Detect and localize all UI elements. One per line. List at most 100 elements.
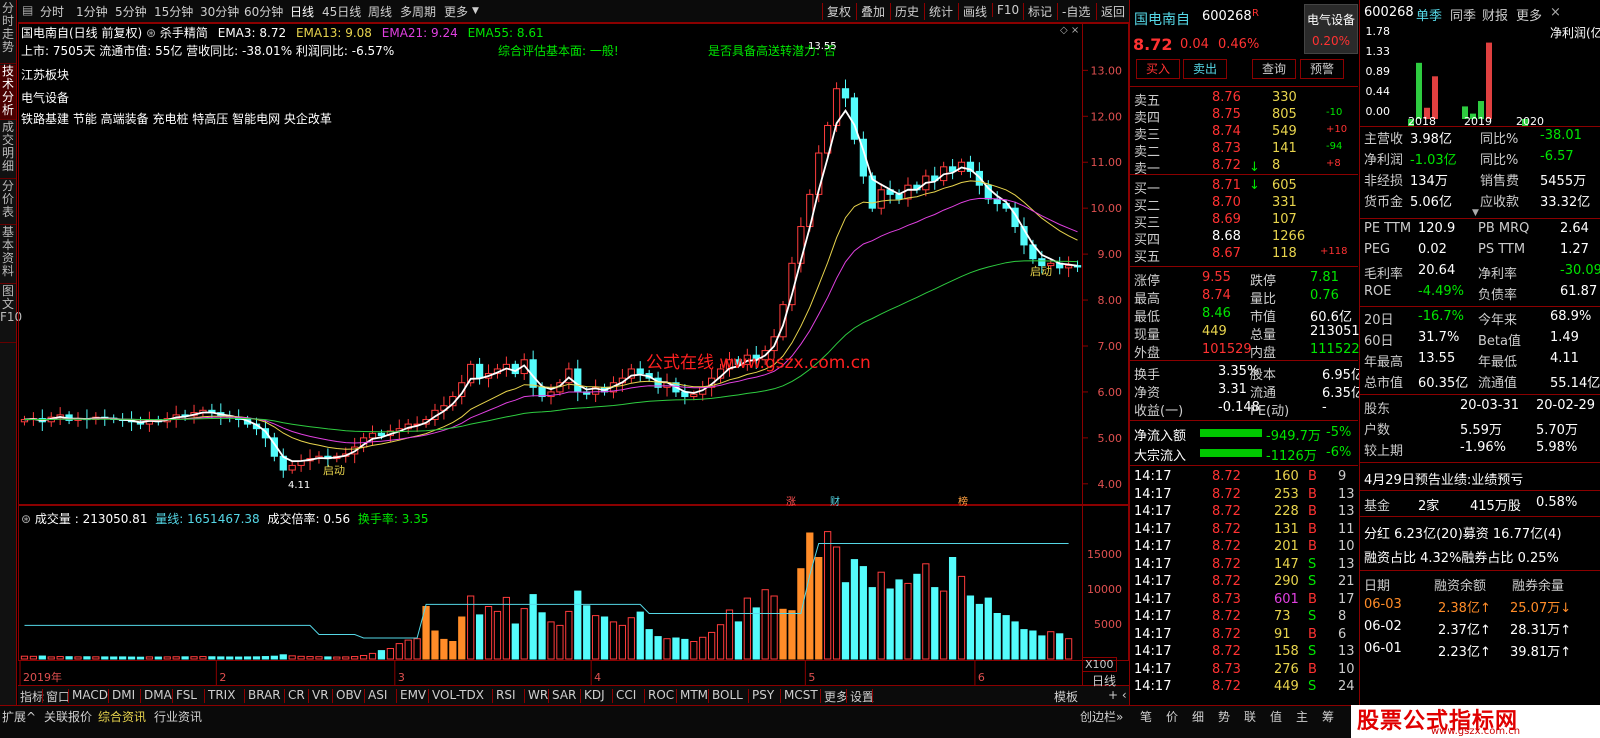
alert-button[interactable]: 预警	[1300, 59, 1344, 79]
status-tab[interactable]: 细	[1192, 708, 1204, 725]
tick-row: 14:17 8.72 449 S 24	[1130, 678, 1358, 697]
period-5min[interactable]: 5分钟	[115, 3, 147, 20]
period-45day[interactable]: 45日线	[322, 3, 361, 20]
indicator-tab[interactable]: MCST	[784, 688, 818, 702]
status-tab[interactable]: 行业资讯	[154, 708, 202, 725]
candle-body	[475, 363, 484, 379]
tab-fundamentals[interactable]: 基本资料	[0, 226, 16, 284]
dropdown-icon[interactable]: ▼	[472, 6, 479, 16]
f10-tab-samequarter[interactable]: 同季	[1450, 5, 1476, 24]
indicator-tab[interactable]: KDJ	[584, 688, 605, 702]
f10-tab-more[interactable]: 更多	[1516, 5, 1542, 24]
tick-side: B	[1308, 661, 1317, 677]
indicator-tab[interactable]: OBV	[336, 688, 362, 702]
menu-icon[interactable]: ▤	[22, 3, 33, 17]
period-more[interactable]: 更多	[444, 3, 468, 20]
f10-close-icon[interactable]: ×	[1550, 5, 1561, 20]
ema55-value: EMA55: 8.61	[467, 26, 544, 40]
tick-time: 14:17	[1134, 626, 1172, 642]
period-15min[interactable]: 15分钟	[154, 3, 193, 20]
tab-f10[interactable]: 图文F10	[0, 285, 22, 343]
indicator-tab[interactable]: 设置	[850, 688, 874, 705]
indicator-tab[interactable]: ASI	[368, 688, 387, 702]
status-tab[interactable]: 综合资讯	[98, 708, 146, 725]
indicator-tab[interactable]: VR	[312, 688, 329, 702]
holder-value: 5.59万	[1460, 423, 1502, 438]
indicator-tab[interactable]: MACD	[72, 688, 108, 702]
indicator-tab[interactable]: TRIX	[208, 688, 235, 702]
indicator-tab[interactable]: ROC	[648, 688, 674, 702]
indicator-tab[interactable]: BOLL	[712, 688, 743, 702]
indicator-tab[interactable]: 指标	[20, 688, 44, 705]
tab-price-table[interactable]: 分价表	[0, 180, 16, 225]
period-1min[interactable]: 1分钟	[76, 3, 108, 20]
status-tab[interactable]: 联	[1244, 708, 1256, 725]
candle-body	[1064, 265, 1073, 269]
status-tab[interactable]: 价	[1166, 708, 1178, 725]
btn-f10[interactable]: F10	[992, 3, 1019, 17]
event-bang[interactable]: 榜	[958, 493, 968, 508]
indicator-tab[interactable]: PSY	[752, 688, 774, 702]
status-tab[interactable]: 值	[1270, 708, 1282, 725]
status-tab[interactable]: 扩展^	[2, 708, 36, 725]
volume-bar	[511, 623, 519, 660]
indicator-tab[interactable]: FSL	[176, 688, 197, 702]
vol-formula-icon[interactable]: ⊛	[21, 512, 31, 526]
formula-icon[interactable]: ⊛	[146, 26, 156, 40]
tab-timeshare[interactable]: 分时走势	[0, 2, 16, 64]
indicator-tab[interactable]: 更多	[824, 688, 848, 705]
f10-tab-report[interactable]: 财报	[1482, 5, 1508, 24]
period-multi[interactable]: 多周期	[400, 3, 436, 20]
btn-draw[interactable]: 画线	[958, 3, 987, 20]
period-daily[interactable]: 日线	[290, 3, 314, 20]
indicator-tab[interactable]: BRAR	[248, 688, 281, 702]
btn-stats[interactable]: 统计	[924, 3, 953, 20]
indicator-tab[interactable]: 窗口	[46, 688, 70, 705]
sell-button[interactable]: 卖出	[1183, 59, 1227, 79]
flow-label: 净流入额	[1134, 429, 1187, 444]
indicator-tab[interactable]: DMI	[112, 688, 135, 702]
stat-value: 3.31	[1218, 382, 1247, 397]
event-cai[interactable]: 财	[830, 493, 840, 508]
buy-button[interactable]: 买入	[1136, 59, 1180, 79]
btn-back[interactable]: 返回	[1096, 3, 1125, 20]
status-tab[interactable]: 主	[1296, 708, 1308, 725]
period-30min[interactable]: 30分钟	[200, 3, 239, 20]
status-tab[interactable]: 创边栏»	[1080, 708, 1123, 725]
period-label[interactable]: 日线	[1092, 672, 1116, 689]
indicator-tab[interactable]: VOL-TDX	[432, 688, 484, 702]
indicator-tab[interactable]: DMA	[144, 688, 172, 702]
status-tab[interactable]: 势	[1218, 708, 1230, 725]
formula-name[interactable]: 杀手精简	[160, 26, 208, 40]
period-60min[interactable]: 60分钟	[244, 3, 283, 20]
status-tab[interactable]: 笔	[1140, 708, 1152, 725]
tab-technical[interactable]: 技术分析	[0, 65, 16, 120]
status-tab[interactable]: 关联报价	[44, 708, 92, 725]
indicator-tab[interactable]: RSI	[496, 688, 516, 702]
tab-trades[interactable]: 成交明细	[0, 121, 16, 179]
indicator-sep	[332, 689, 333, 703]
template-button[interactable]: 模板	[1054, 688, 1078, 705]
indicator-tab[interactable]: CCI	[616, 688, 636, 702]
period-weekly[interactable]: 周线	[368, 3, 392, 20]
btn-fuquan[interactable]: 复权	[822, 3, 851, 20]
f10-tab-quarter[interactable]: 单季	[1416, 5, 1442, 24]
chart-settings-icons[interactable]: ◇ ×	[1060, 25, 1079, 36]
status-tab[interactable]: 筹	[1322, 708, 1334, 725]
period-fenshi[interactable]: 分时	[40, 3, 64, 20]
btn-watchlist[interactable]: -自选	[1057, 3, 1090, 20]
f10-collapse-icon[interactable]: ▼	[1472, 208, 1479, 218]
indicator-tab[interactable]: CR	[288, 688, 305, 702]
btn-mark[interactable]: 标记	[1023, 3, 1052, 20]
event-zhang[interactable]: 涨	[786, 493, 796, 508]
btn-history[interactable]: 历史	[890, 3, 919, 20]
indicator-tab[interactable]: EMV	[400, 688, 426, 702]
tick-price: 8.72	[1212, 574, 1241, 589]
indicator-tab[interactable]: MTM	[680, 688, 708, 702]
indicator-tab[interactable]: WR	[528, 688, 548, 702]
btn-diejia[interactable]: 叠加	[856, 3, 885, 20]
tick-side: B	[1308, 504, 1317, 519]
indicator-tab[interactable]: SAR	[552, 688, 576, 702]
query-button[interactable]: 查询	[1252, 59, 1296, 79]
kline-chart-area[interactable]: 13.00 12.00 11.00 10.00 9.00 8.00 7.00 6.00 5.00…	[18, 23, 1152, 685]
